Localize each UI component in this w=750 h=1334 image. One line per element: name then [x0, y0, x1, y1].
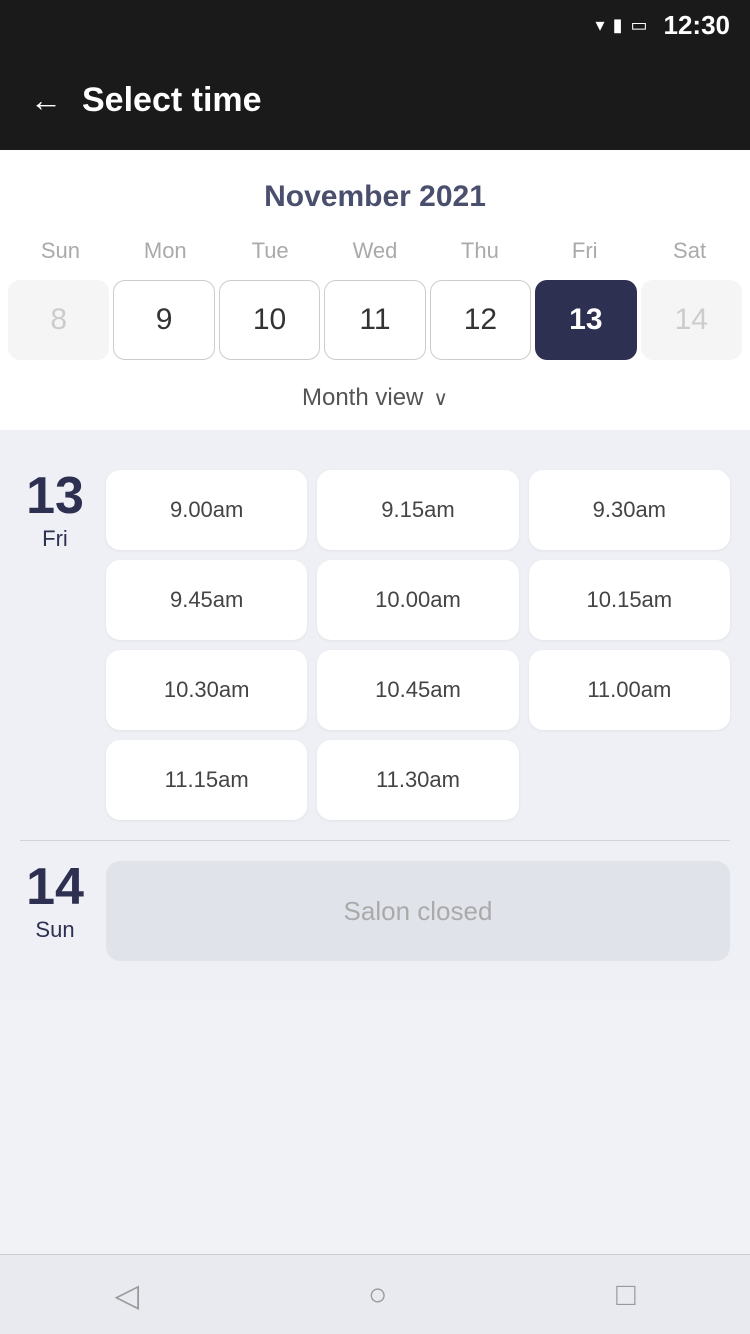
day-header-sat: Sat [637, 232, 742, 270]
day-header-fri: Fri [532, 232, 637, 270]
date-cell-9[interactable]: 9 [113, 280, 214, 360]
nav-apps-icon[interactable]: □ [616, 1276, 635, 1313]
date-cell-13[interactable]: 13 [535, 280, 636, 360]
time-slot-900am[interactable]: 9.00am [106, 470, 307, 550]
day-block-13: 13 Fri 9.00am 9.15am 9.30am 9.45am 10.00… [20, 450, 730, 840]
month-label: November 2021 [0, 170, 750, 232]
date-row: 8 9 10 11 12 13 14 [0, 270, 750, 374]
time-section: 13 Fri 9.00am 9.15am 9.30am 9.45am 10.00… [0, 430, 750, 1001]
time-slot-945am[interactable]: 9.45am [106, 560, 307, 640]
time-slot-930am[interactable]: 9.30am [529, 470, 730, 550]
day-block-14: 14 Sun Salon closed [20, 841, 730, 981]
time-slot-1100am[interactable]: 11.00am [529, 650, 730, 730]
time-slot-1130am[interactable]: 11.30am [317, 740, 518, 820]
day-header-sun: Sun [8, 232, 113, 270]
battery-icon: ▭ [630, 15, 647, 36]
status-time: 12:30 [664, 10, 731, 41]
day-header-tue: Tue [218, 232, 323, 270]
status-bar: ▾ ▮ ▭ 12:30 [0, 0, 750, 50]
month-view-toggle[interactable]: Month view ∨ [0, 374, 750, 430]
date-cell-14[interactable]: 14 [641, 280, 742, 360]
day-13-number: 13 [26, 470, 84, 522]
day-header-wed: Wed [323, 232, 428, 270]
calendar-section: November 2021 Sun Mon Tue Wed Thu Fri Sa… [0, 150, 750, 430]
salon-closed-block: Salon closed [106, 861, 730, 961]
day-headers: Sun Mon Tue Wed Thu Fri Sat [0, 232, 750, 270]
month-view-label: Month view [302, 384, 423, 412]
time-slot-1115am[interactable]: 11.15am [106, 740, 307, 820]
day-13-col: 13 Fri [20, 470, 90, 552]
nav-home-icon[interactable]: ○ [368, 1276, 387, 1313]
salon-closed-label: Salon closed [344, 896, 493, 927]
time-slot-915am[interactable]: 9.15am [317, 470, 518, 550]
time-grid-13: 9.00am 9.15am 9.30am 9.45am 10.00am 10.1… [106, 470, 730, 820]
time-slot-1015am[interactable]: 10.15am [529, 560, 730, 640]
day-13-name: Fri [42, 526, 68, 552]
day-14-name: Sun [35, 917, 74, 943]
wifi-icon: ▾ [596, 15, 605, 36]
day-header-thu: Thu [427, 232, 532, 270]
header: ← Select time [0, 50, 750, 150]
day-header-mon: Mon [113, 232, 218, 270]
back-button[interactable]: ← [30, 82, 62, 119]
signal-icon: ▮ [613, 15, 623, 36]
date-cell-11[interactable]: 11 [324, 280, 425, 360]
day-14-col: 14 Sun [20, 861, 90, 943]
status-icons: ▾ ▮ ▭ 12:30 [596, 10, 730, 41]
nav-bar: ◁ ○ □ [0, 1254, 750, 1334]
day-14-number: 14 [26, 861, 84, 913]
date-cell-10[interactable]: 10 [219, 280, 320, 360]
chevron-down-icon: ∨ [433, 386, 448, 411]
time-slot-1045am[interactable]: 10.45am [317, 650, 518, 730]
date-cell-8[interactable]: 8 [8, 280, 109, 360]
nav-back-icon[interactable]: ◁ [114, 1276, 139, 1314]
time-slot-1030am[interactable]: 10.30am [106, 650, 307, 730]
date-cell-12[interactable]: 12 [430, 280, 531, 360]
time-slot-1000am[interactable]: 10.00am [317, 560, 518, 640]
page-title: Select time [82, 81, 262, 120]
